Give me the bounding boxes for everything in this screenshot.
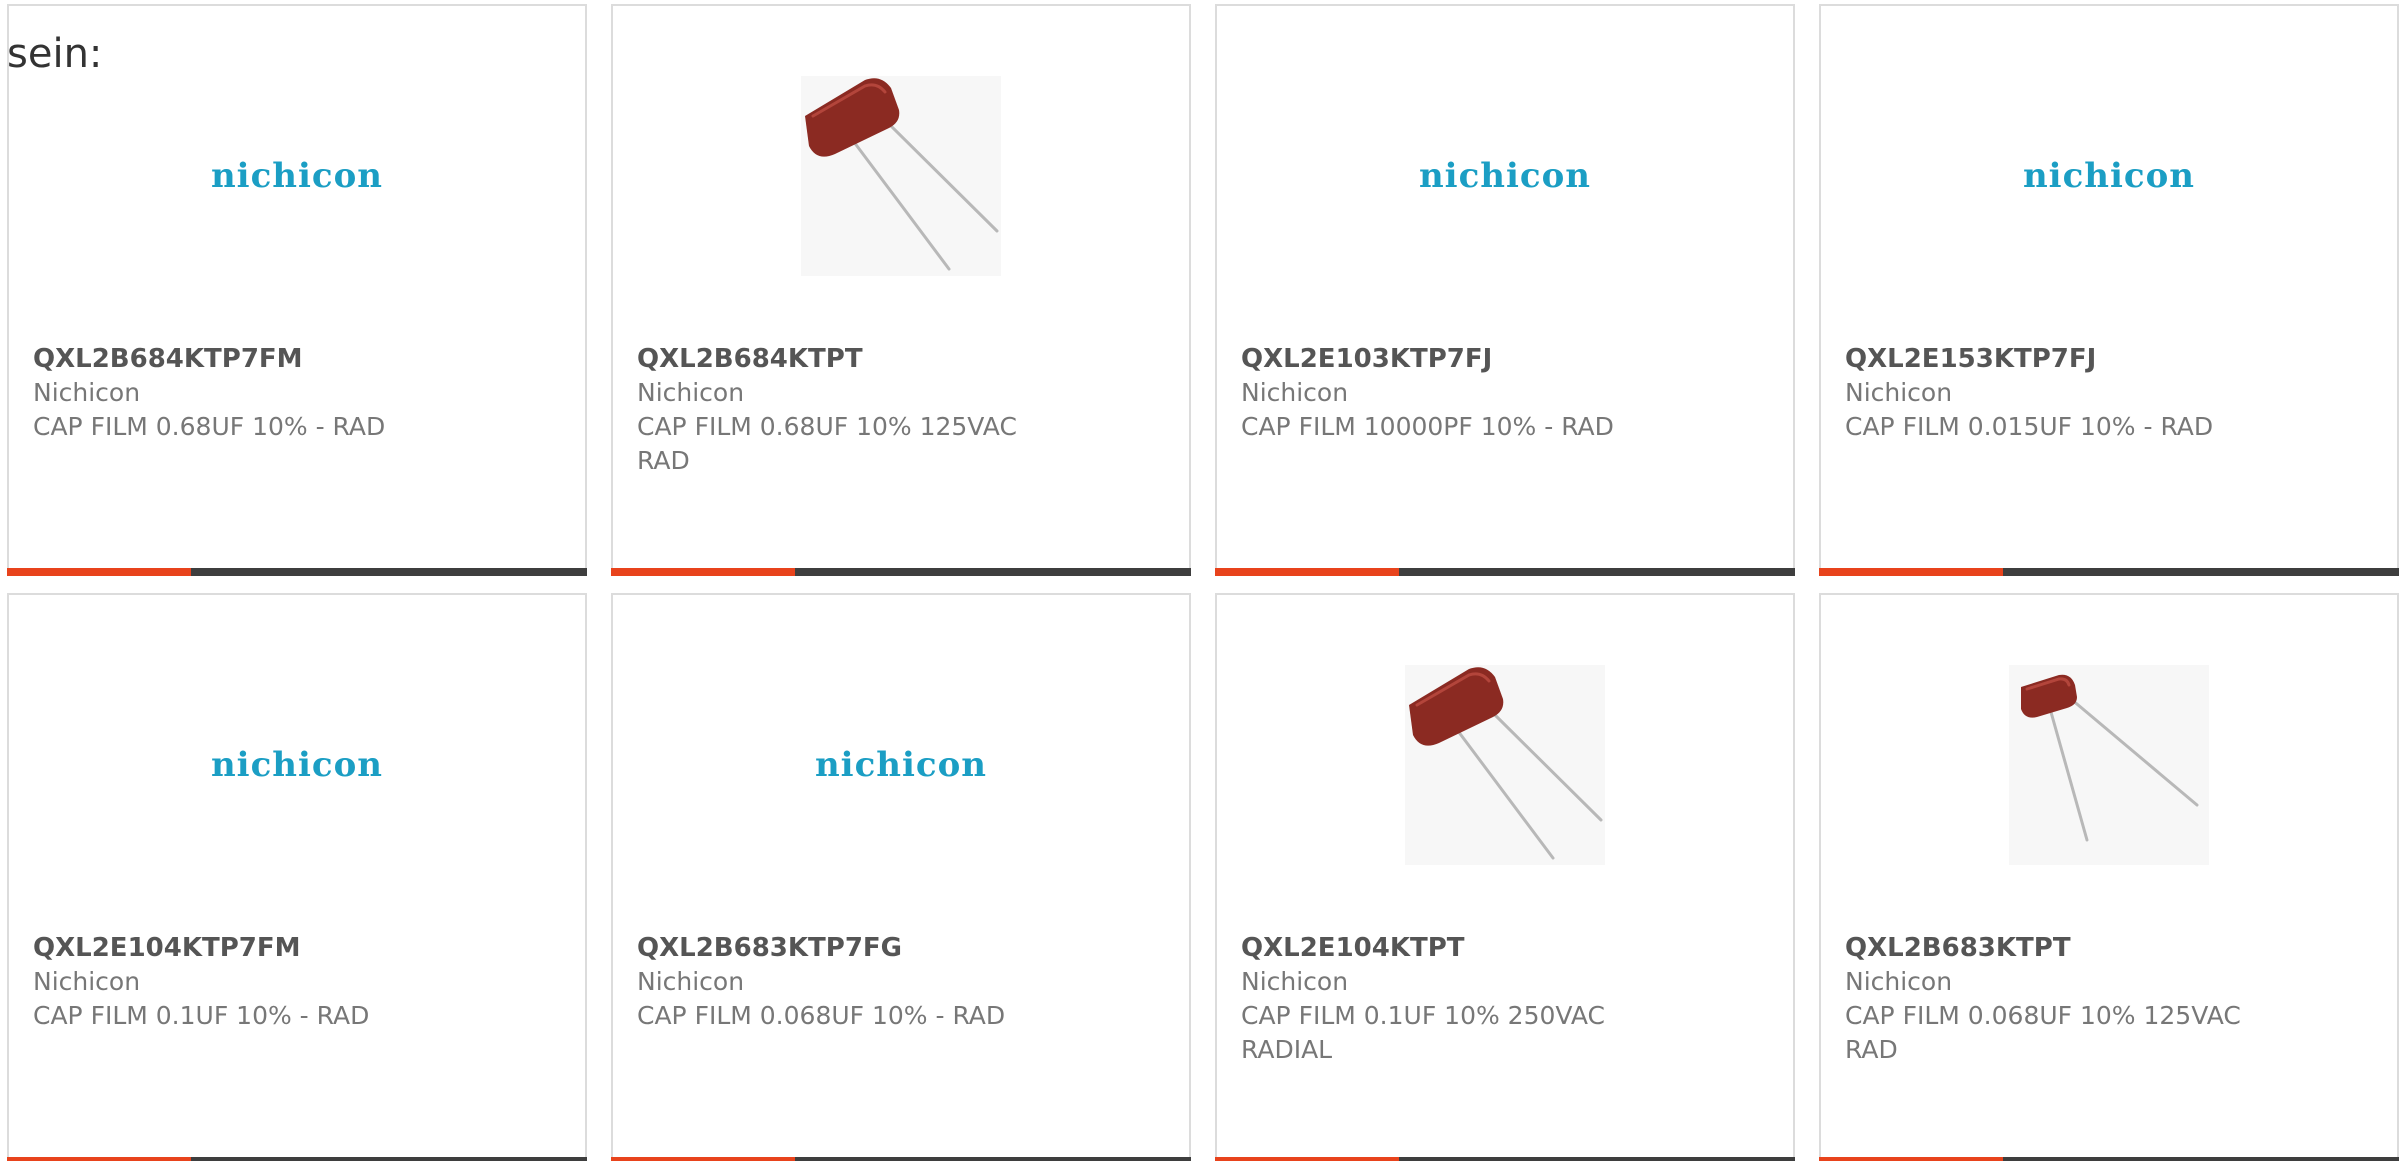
card-bottom-bar	[611, 1157, 1191, 1161]
nichicon-logo: nichicon	[814, 745, 988, 785]
card-accent-bar	[1215, 568, 1399, 576]
product-card[interactable]: nichicon QXL2B683KTP7FG Nichicon CAP FILM 0…	[611, 593, 1191, 1161]
product-info: QXL2B683KTPT Nichicon CAP FILM 0.068UF 10%…	[1845, 931, 2373, 1067]
manufacturer-name: Nichicon	[1241, 967, 1349, 996]
product-card[interactable]: QXL2B683KTPT Nichicon CAP FILM 0.068UF 10%…	[1819, 593, 2399, 1161]
product-description: CAP FILM 0.068UF 10% 125VAC RAD	[1845, 1001, 2241, 1064]
product-description: CAP FILM 0.68UF 10% 125VAC RAD	[637, 412, 1017, 475]
product-image[interactable]	[1821, 635, 2397, 895]
part-number[interactable]: QXL2B684KTP7FM	[33, 342, 561, 376]
product-image[interactable]: nichicon	[1217, 46, 1793, 306]
part-number[interactable]: QXL2E153KTP7FJ	[1845, 342, 2373, 376]
small-film-capacitor-photo	[2009, 665, 2209, 865]
card-bottom-bar	[7, 568, 587, 576]
card-bottom-bar	[1215, 1157, 1795, 1161]
product-description: CAP FILM 0.068UF 10% - RAD	[637, 1001, 1006, 1030]
card-bottom-bar	[1215, 568, 1795, 576]
card-accent-bar	[1215, 1157, 1399, 1161]
part-number[interactable]: QXL2B684KTPT	[637, 342, 1165, 376]
product-card[interactable]: QXL2E104KTPT Nichicon CAP FILM 0.1UF 10% 2…	[1215, 593, 1795, 1161]
card-bottom-bar	[1819, 1157, 2399, 1161]
card-bottom-bar	[7, 1157, 587, 1161]
card-accent-bar	[611, 1157, 795, 1161]
manufacturer-name: Nichicon	[33, 378, 141, 407]
part-number[interactable]: QXL2B683KTP7FG	[637, 931, 1165, 965]
product-info: QXL2B683KTP7FG Nichicon CAP FILM 0.068UF 1…	[637, 931, 1165, 1033]
product-card[interactable]: QXL2B684KTPT Nichicon CAP FILM 0.68UF 10% …	[611, 4, 1191, 576]
product-card[interactable]: nichicon QXL2E153KTP7FJ Nichicon CAP FILM 0…	[1819, 4, 2399, 576]
product-listing-page: sein: nichicon QXL2B684KTP7FM Nichicon CAP …	[0, 0, 2400, 1161]
card-bottom-bar	[611, 568, 1191, 576]
manufacturer-name: Nichicon	[33, 967, 141, 996]
intro-text: sein:	[7, 31, 103, 77]
card-accent-bar	[7, 1157, 191, 1161]
product-info: QXL2B684KTP7FM Nichicon CAP FILM 0.68UF 10…	[33, 342, 561, 444]
part-number[interactable]: QXL2E103KTP7FJ	[1241, 342, 1769, 376]
product-description: CAP FILM 10000PF 10% - RAD	[1241, 412, 1614, 441]
manufacturer-name: Nichicon	[1241, 378, 1349, 407]
product-info: QXL2E153KTP7FJ Nichicon CAP FILM 0.015UF 1…	[1845, 342, 2373, 444]
product-image[interactable]	[613, 46, 1189, 306]
film-capacitor-photo	[1405, 665, 1605, 865]
product-image[interactable]: nichicon	[1821, 46, 2397, 306]
product-card[interactable]: nichicon QXL2E103KTP7FJ Nichicon CAP FILM 1…	[1215, 4, 1795, 576]
product-description: CAP FILM 0.015UF 10% - RAD	[1845, 412, 2214, 441]
product-info: QXL2E103KTP7FJ Nichicon CAP FILM 10000PF 1…	[1241, 342, 1769, 444]
product-info: QXL2E104KTP7FM Nichicon CAP FILM 0.1UF 10%…	[33, 931, 561, 1033]
product-card[interactable]: nichicon QXL2B684KTP7FM Nichicon CAP FILM 0…	[7, 4, 587, 576]
card-accent-bar	[1819, 568, 2003, 576]
nichicon-logo: nichicon	[2022, 156, 2196, 196]
manufacturer-name: Nichicon	[637, 967, 745, 996]
part-number[interactable]: QXL2B683KTPT	[1845, 931, 2373, 965]
nichicon-logo: nichicon	[210, 156, 384, 196]
part-number[interactable]: QXL2E104KTP7FM	[33, 931, 561, 965]
product-card[interactable]: nichicon QXL2E104KTP7FM Nichicon CAP FILM 0…	[7, 593, 587, 1161]
nichicon-logo: nichicon	[210, 745, 384, 785]
manufacturer-name: Nichicon	[1845, 378, 1953, 407]
film-capacitor-photo	[801, 76, 1001, 276]
product-description: CAP FILM 0.1UF 10% 250VAC RADIAL	[1241, 1001, 1606, 1064]
card-accent-bar	[611, 568, 795, 576]
product-image[interactable]: nichicon	[9, 635, 585, 895]
card-accent-bar	[1819, 1157, 2003, 1161]
product-description: CAP FILM 0.1UF 10% - RAD	[33, 1001, 370, 1030]
product-grid: nichicon QXL2B684KTP7FM Nichicon CAP FILM 0…	[7, 4, 2399, 1161]
card-bottom-bar	[1819, 568, 2399, 576]
manufacturer-name: Nichicon	[637, 378, 745, 407]
product-info: QXL2E104KTPT Nichicon CAP FILM 0.1UF 10% 2…	[1241, 931, 1769, 1067]
product-image[interactable]: nichicon	[613, 635, 1189, 895]
card-accent-bar	[7, 568, 191, 576]
product-description: CAP FILM 0.68UF 10% - RAD	[33, 412, 386, 441]
part-number[interactable]: QXL2E104KTPT	[1241, 931, 1769, 965]
nichicon-logo: nichicon	[1418, 156, 1592, 196]
manufacturer-name: Nichicon	[1845, 967, 1953, 996]
product-info: QXL2B684KTPT Nichicon CAP FILM 0.68UF 10% …	[637, 342, 1165, 478]
product-image[interactable]	[1217, 635, 1793, 895]
product-image[interactable]: nichicon	[9, 46, 585, 306]
